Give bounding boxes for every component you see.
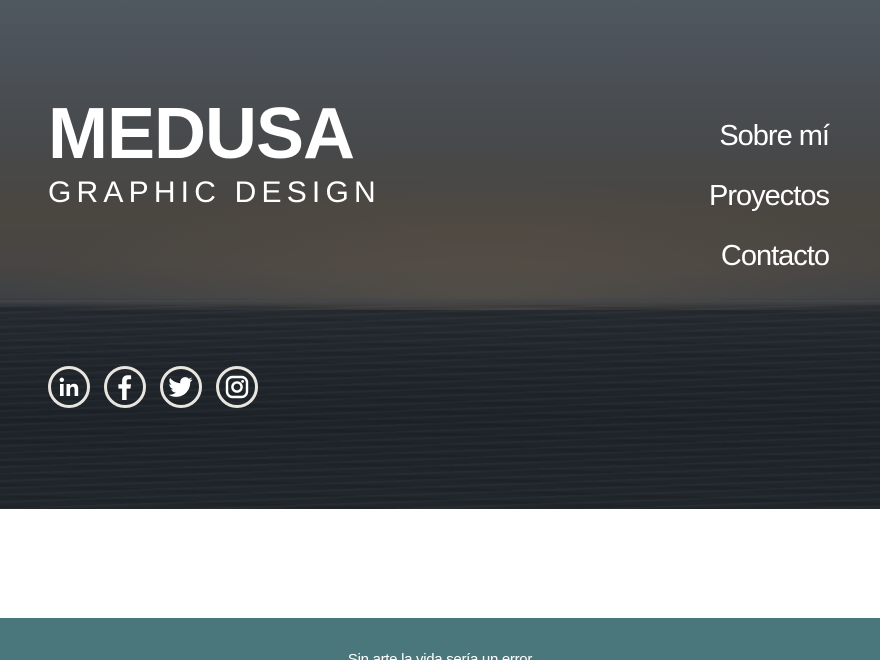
brand-logo[interactable]: MEDUSA GRAPHIC DESIGN <box>48 98 381 210</box>
social-links <box>48 366 258 408</box>
nav-link-proyectos[interactable]: Proyectos <box>709 166 830 226</box>
main-nav: Sobre mí Proyectos Contacto <box>709 106 830 286</box>
content-area <box>0 509 880 618</box>
facebook-icon <box>118 375 132 400</box>
linkedin-icon <box>59 377 79 396</box>
twitter-button[interactable] <box>160 366 202 408</box>
instagram-button[interactable] <box>216 366 258 408</box>
nav-link-sobre-mi[interactable]: Sobre mí <box>709 106 830 166</box>
footer: Sin arte la vida sería un error <box>0 618 880 660</box>
brand-subtitle: GRAPHIC DESIGN <box>48 176 381 209</box>
instagram-icon <box>225 375 249 399</box>
twitter-icon <box>169 377 193 397</box>
footer-quote: Sin arte la vida sería un error <box>347 651 533 660</box>
linkedin-button[interactable] <box>48 366 90 408</box>
brand-title: MEDUSA <box>48 94 355 174</box>
hero-banner: MEDUSA GRAPHIC DESIGN Sobre mí Proyectos… <box>0 0 880 509</box>
facebook-button[interactable] <box>104 366 146 408</box>
nav-link-contacto[interactable]: Contacto <box>709 226 830 286</box>
